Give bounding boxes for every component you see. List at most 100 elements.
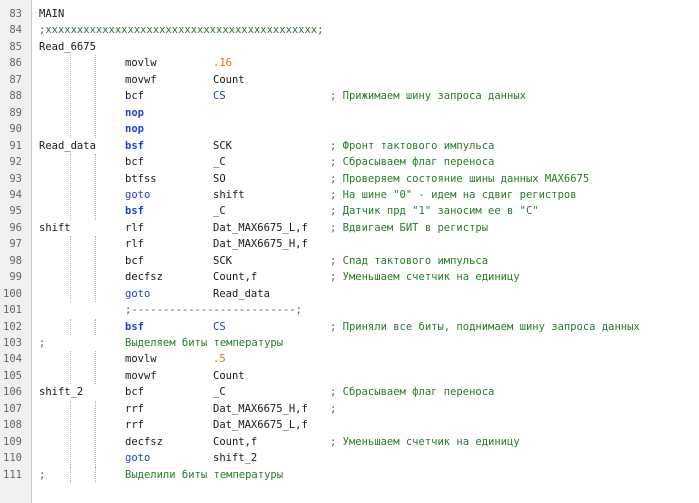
operand: Count,f [213,271,258,284]
code-line[interactable]: 84 ;xxxxxxxxxxxxxxxxxxxxxxxxxxxxxxxxxxxxx… [0,22,699,38]
code-line[interactable]: 102 bsf CS ; Приняли все биты, поднимаем ши… [0,319,699,335]
operand: .5 [213,353,226,366]
code-line[interactable]: 87 movwf Count [0,72,699,88]
operand: CS [213,90,226,103]
line-number: 83 [9,8,22,20]
code-line[interactable]: 83 MAIN [0,6,699,22]
code-editor[interactable]: 83 MAIN 84 ;xxxxxxxxxxxxxxxxxxxxxxxxxxxxxxx… [0,0,699,503]
instruction: bcf [125,386,144,399]
separator-comment: ;--------------------------; [125,304,303,317]
line-number: 93 [9,172,22,185]
code-line[interactable]: 94 goto shift ; На шине "0" - идем на сдвиг… [0,187,699,203]
instruction: rrf [125,402,144,415]
instruction: bcf [125,156,144,169]
line-number: 99 [9,271,22,284]
code-label: Read_6675 [39,40,96,53]
line-comment: ; Сбрасываем флаг переноса [330,386,495,399]
line-number: 86 [9,57,22,70]
comment-marker: ; [39,468,46,481]
code-line[interactable]: 105 movwf Count [0,368,699,384]
instruction: rlf [125,238,144,251]
operand: SO [213,172,226,185]
code-line[interactable]: 90 nop [0,121,699,137]
line-number: 103 [3,337,22,349]
code-line[interactable]: 110 goto shift_2 [0,450,699,466]
instruction: decfsz [125,271,163,284]
code-line[interactable]: 100 goto Read_data [0,286,699,302]
instruction: movlw [125,57,157,70]
code-line[interactable]: 93 btfss SO ; Проверяем состояние шины данн… [0,171,699,187]
code-line[interactable]: 101 ;--------------------------; [0,302,699,318]
operand: Dat_MAX6675_H,f [213,238,308,251]
line-comment: ; Спад тактового импульса [330,254,489,267]
code-line[interactable]: 98 bcf SCK ; Спад тактового импульса [0,253,699,269]
instruction: btfss [125,172,157,185]
line-comment: ; Датчик прд "1" заносим ее в "C" [330,205,539,218]
code-line[interactable]: 108 rrf Dat_MAX6675_L,f [0,417,699,433]
code-line[interactable]: 91 Read_data bsf SCK ; Фронт тактового импул… [0,138,699,154]
operand: Count,f [213,435,258,448]
code-line[interactable]: 88 bcf CS ; Прижимаем шину запроса данных [0,88,699,104]
operand: _C [213,205,226,218]
instruction: goto [125,287,151,300]
line-number: 84 [9,24,22,37]
line-number: 87 [9,73,22,86]
code-line[interactable]: 89 nop [0,105,699,121]
instruction: bcf [125,254,144,267]
code-line[interactable]: 96 shift rlf Dat_MAX6675_L,f ; Вдвигаем БИТ … [0,220,699,236]
instruction: bsf [125,139,144,152]
line-number: 100 [3,287,22,300]
operand: _C [213,386,226,399]
code-line[interactable]: 104 movlw .5 [0,351,699,367]
operand: _C [213,156,226,169]
operand: SCK [213,139,232,152]
operand: Count [213,73,245,86]
line-comment: ; Уменьшаем счетчик на единицу [330,271,520,284]
line-number: 106 [3,386,22,399]
line-comment: ; Проверяем состояние шины данных MAX667… [330,172,590,185]
line-comment: ; Уменьшаем счетчик на единицу [330,435,520,448]
code-line[interactable]: 103; Выделяем биты температуры [0,335,699,351]
code-line[interactable]: 111; Выделили биты температуры [0,467,699,483]
instruction: goto [125,452,151,465]
operand: Dat_MAX6675_L,f [213,419,308,432]
line-number: 101 [3,304,22,317]
line-number: 97 [9,238,22,251]
instruction: movwf [125,369,157,382]
code-line[interactable]: 92 bcf _C ; Сбрасываем флаг переноса [0,154,699,170]
line-number: 98 [9,254,22,267]
operand: shift [213,188,245,201]
instruction: nop [125,106,144,119]
code-line[interactable]: 85 Read_6675 [0,39,699,55]
operand: SCK [213,254,232,267]
line-number: 90 [9,123,22,136]
line-comment: ; Прижимаем шину запроса данных [330,90,526,103]
code-line[interactable]: 97 rlf Dat_MAX6675_H,f [0,236,699,252]
line-number: 108 [3,419,22,432]
code-label: shift [39,221,71,234]
line-comment: Выделяем биты температуры [125,337,284,349]
code-line[interactable]: 99 decfsz Count,f ; Уменьшаем счетчик на ед… [0,269,699,285]
operand: shift_2 [213,452,258,465]
instruction: movlw [125,353,157,366]
code-line[interactable]: 107 rrf Dat_MAX6675_H,f; [0,401,699,417]
line-number: 104 [3,353,22,366]
code-line[interactable]: 106 shift_2 bcf _C ; Сбрасываем флаг перенос… [0,384,699,400]
comment-marker: ; [39,337,46,349]
line-comment: ; Вдвигаем БИТ в регистры [330,221,489,234]
line-number: 107 [3,402,22,415]
line-comment: ; Приняли все биты, поднимаем шину запро… [330,320,640,333]
code-line[interactable]: 109 decfsz Count,f ; Уменьшаем счетчик на е… [0,434,699,450]
instruction: bsf [125,320,144,333]
line-number: 91 [9,139,22,152]
instruction: decfsz [125,435,163,448]
line-comment: ; [330,402,337,415]
separator-comment: ;xxxxxxxxxxxxxxxxxxxxxxxxxxxxxxxxxxxxxxx… [39,24,324,37]
line-number: 105 [3,369,22,382]
instruction: nop [125,123,144,136]
line-number: 110 [3,452,22,465]
code-line[interactable]: 95 bsf _C ; Датчик прд "1" заносим ее в "C" [0,203,699,219]
line-comment: ; На шине "0" - идем на сдвиг регистров [330,188,577,201]
code-line[interactable]: 86 movlw .16 [0,55,699,71]
line-number: 102 [3,320,22,333]
